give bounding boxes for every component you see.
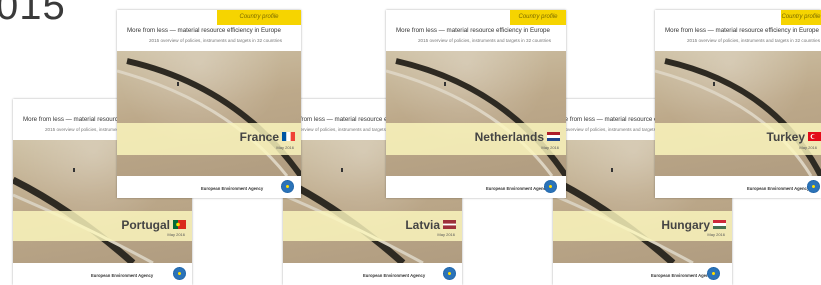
agency-name: European Environment Agency: [486, 186, 549, 191]
cover-country-name: France: [239, 130, 279, 144]
cover-country-name: Latvia: [405, 218, 440, 232]
eea-logo-icon: [807, 180, 820, 193]
cover-date: May 2016: [167, 232, 185, 237]
eea-logo-icon: [281, 180, 294, 193]
turkey-flag-icon: [808, 132, 821, 141]
report-cover-turkey[interactable]: Country profile More from less — materia…: [655, 10, 821, 198]
report-subtitle: 2015 overview of policies, instruments a…: [149, 38, 283, 43]
report-cover-netherlands[interactable]: Country profile More from less — materia…: [386, 10, 566, 198]
cover-country-name: Portugal: [121, 218, 170, 232]
country-profile-badge: Country profile: [217, 10, 301, 25]
cover-date: May 2016: [276, 145, 294, 150]
cover-photo: [655, 51, 821, 176]
hungary-flag-icon: [713, 220, 726, 229]
eea-logo-icon: [544, 180, 557, 193]
country-profile-badge: Country profile: [510, 10, 566, 25]
agency-name: European Environment Agency: [91, 273, 154, 278]
report-title: More from less — material resource effic…: [127, 27, 281, 34]
agency-name: European Environment Agency: [747, 186, 810, 191]
cover-photo: [386, 51, 566, 176]
eea-logo-icon: [707, 267, 720, 280]
cover-country-name: Hungary: [661, 218, 710, 232]
country-profile-badge: Country profile: [781, 10, 821, 25]
year-label: 015: [0, 0, 66, 28]
agency-name: European Environment Agency: [651, 273, 714, 278]
eea-logo-icon: [443, 267, 456, 280]
netherlands-flag-icon: [547, 132, 560, 141]
report-cover-france[interactable]: Country profile More from less — materia…: [117, 10, 301, 198]
cover-date: May 2016: [437, 232, 455, 237]
france-flag-icon: [282, 132, 295, 141]
cover-date: May 2016: [707, 232, 725, 237]
report-subtitle: 2015 overview of policies, instruments a…: [687, 38, 821, 43]
cover-country-name: Netherlands: [474, 130, 544, 144]
portugal-flag-icon: [173, 220, 186, 229]
agency-name: European Environment Agency: [201, 186, 264, 191]
latvia-flag-icon: [443, 220, 456, 229]
report-title: More from less — material resource effic…: [665, 27, 819, 34]
report-subtitle: 2015 overview of policies, instruments a…: [418, 38, 552, 43]
cover-date: May 2016: [799, 145, 817, 150]
cover-date: May 2016: [541, 145, 559, 150]
cover-country-name: Turkey: [766, 130, 805, 144]
report-title: More from less — material resource effic…: [396, 27, 550, 34]
cover-photo: [117, 51, 301, 176]
agency-name: European Environment Agency: [363, 273, 426, 278]
eea-logo-icon: [173, 267, 186, 280]
